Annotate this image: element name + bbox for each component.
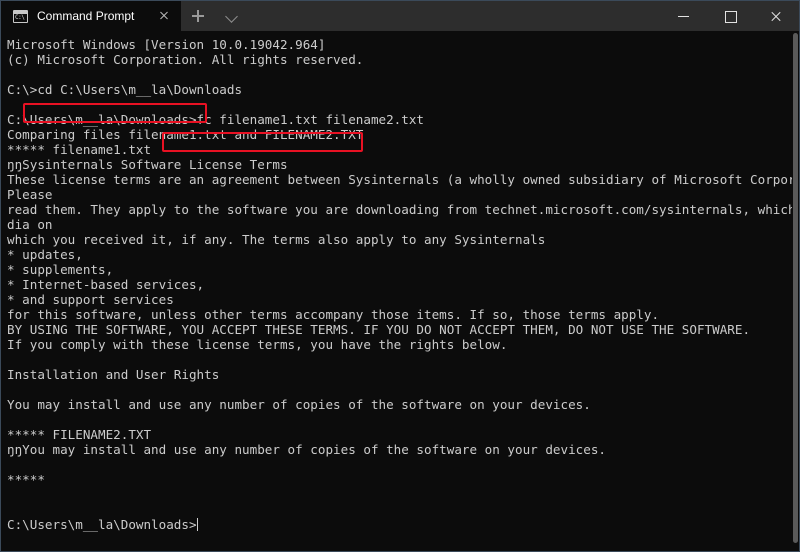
console-line: ŋŋYou may install and use any number of …: [7, 442, 799, 457]
console-line: If you comply with these license terms, …: [7, 337, 799, 352]
window-titlebar: C:\ Command Prompt: [1, 1, 799, 31]
console-line: [7, 67, 799, 82]
console-line: [7, 412, 799, 427]
console-line: [7, 502, 799, 517]
maximize-button[interactable]: [707, 1, 753, 31]
console-scrollbar-thumb[interactable]: [793, 33, 798, 543]
console-line: ***** filename1.txt: [7, 142, 799, 157]
console-line: C:\>cd C:\Users\m__la\Downloads: [7, 82, 799, 97]
titlebar-drag-area: [249, 1, 661, 30]
console-line: [7, 352, 799, 367]
console-line: *****: [7, 472, 799, 487]
console-scrollbar[interactable]: [792, 31, 799, 551]
console-line: Installation and User Rights: [7, 367, 799, 382]
console-line: [7, 487, 799, 502]
console-text: Microsoft Windows [Version 10.0.19042.96…: [7, 37, 799, 532]
tab-title: Command Prompt: [37, 1, 153, 31]
console-line: Microsoft Windows [Version 10.0.19042.96…: [7, 37, 799, 52]
console-line: C:\Users\m__la\Downloads>fc filename1.tx…: [7, 112, 799, 127]
new-tab-button[interactable]: [181, 1, 215, 31]
minimize-button[interactable]: [661, 1, 707, 31]
command-prompt-window: C:\ Command Prompt Microsoft Windows [Ve…: [0, 0, 800, 552]
console-line: * and support services: [7, 292, 799, 307]
console-line: read them. They apply to the software yo…: [7, 202, 799, 217]
console-line: These license terms are an agreement bet…: [7, 172, 799, 187]
console-line: You may install and use any number of co…: [7, 397, 799, 412]
console-line: [7, 97, 799, 112]
command-prompt-icon: C:\: [13, 10, 28, 23]
command-prompt-icon-glyph: C:\: [15, 14, 24, 22]
chevron-down-icon[interactable]: [215, 1, 249, 31]
console-line: ***** FILENAME2.TXT: [7, 427, 799, 442]
console-line: ŋŋSysinternals Software License Terms: [7, 157, 799, 172]
console-line: [7, 457, 799, 472]
console-line: BY USING THE SOFTWARE, YOU ACCEPT THESE …: [7, 322, 799, 337]
console-line: Please: [7, 187, 799, 202]
console-line: * supplements,: [7, 262, 799, 277]
tab-command-prompt[interactable]: C:\ Command Prompt: [1, 1, 181, 31]
text-cursor: [197, 518, 199, 531]
console-line: * Internet-based services,: [7, 277, 799, 292]
console-line: C:\Users\m__la\Downloads>: [7, 517, 799, 532]
console-line: (c) Microsoft Corporation. All rights re…: [7, 52, 799, 67]
console-output-area[interactable]: Microsoft Windows [Version 10.0.19042.96…: [1, 31, 799, 551]
close-tab-icon[interactable]: [153, 5, 175, 27]
console-line: for this software, unless other terms ac…: [7, 307, 799, 322]
console-line: * updates,: [7, 247, 799, 262]
close-window-button[interactable]: [753, 1, 799, 31]
console-line: Comparing files filename1.txt and FILENA…: [7, 127, 799, 142]
console-line: dia on: [7, 217, 799, 232]
console-line: which you received it, if any. The terms…: [7, 232, 799, 247]
console-line: [7, 382, 799, 397]
